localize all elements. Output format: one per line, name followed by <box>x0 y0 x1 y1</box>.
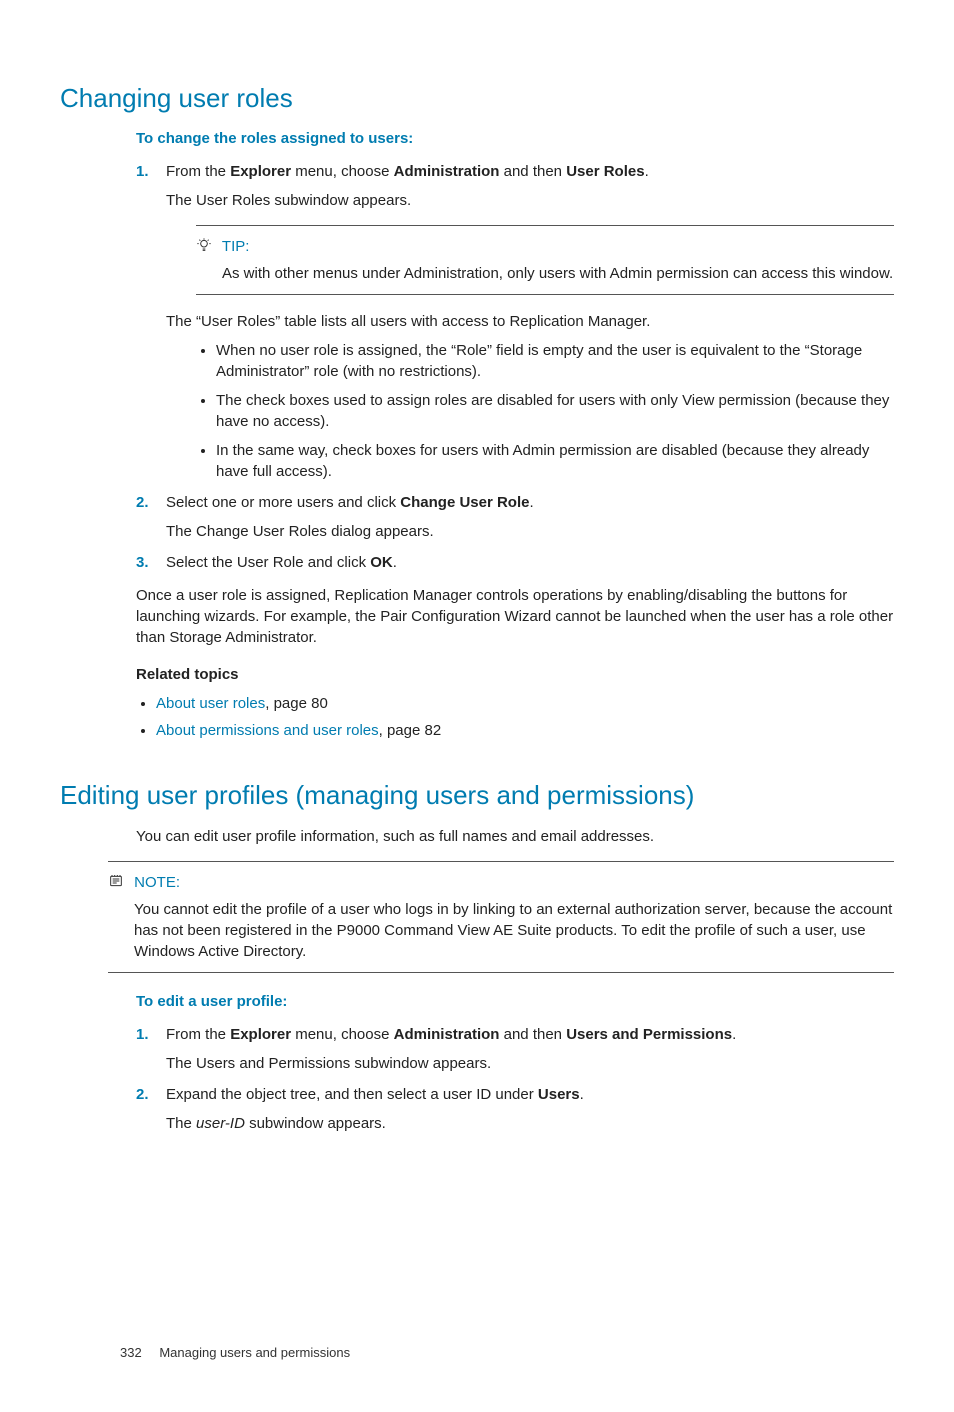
note-label: NOTE: <box>134 874 180 891</box>
step-text: Select the User Role and click OK. <box>166 554 397 571</box>
heading-changing-user-roles: Changing user roles <box>60 80 894 116</box>
procedure-subhead: To edit a user profile: <box>136 991 894 1012</box>
step-2: 2. Select one or more users and click Ch… <box>136 492 894 542</box>
step-3: 3. Select the User Role and click OK. <box>136 552 894 573</box>
step-result: The Change User Roles dialog appears. <box>166 521 894 542</box>
page-number: 332 <box>120 1344 142 1362</box>
step-text: From the Explorer menu, choose Administr… <box>166 1026 736 1043</box>
footer-title: Managing users and permissions <box>159 1345 350 1360</box>
link-about-user-roles[interactable]: About user roles <box>156 695 265 712</box>
note-icon <box>108 872 126 893</box>
step-1: 1. From the Explorer menu, choose Admini… <box>136 1024 894 1074</box>
step-number: 2. <box>136 492 149 513</box>
bullet-list: When no user role is assigned, the “Role… <box>166 340 894 482</box>
step-result: The Users and Permissions subwindow appe… <box>166 1053 894 1074</box>
tip-label: TIP: <box>222 238 250 255</box>
step-number: 1. <box>136 161 149 182</box>
list-item: In the same way, check boxes for users w… <box>216 440 894 482</box>
step-number: 3. <box>136 552 149 573</box>
step-2: 2. Expand the object tree, and then sele… <box>136 1084 894 1134</box>
list-item: When no user role is assigned, the “Role… <box>216 340 894 382</box>
paragraph: You can edit user profile information, s… <box>136 826 894 847</box>
step-text: Select one or more users and click Chang… <box>166 494 534 511</box>
tip-callout: TIP: As with other menus under Administr… <box>196 225 894 295</box>
note-callout: NOTE: You cannot edit the profile of a u… <box>108 861 894 973</box>
step-result: The user-ID subwindow appears. <box>166 1113 894 1134</box>
list-item: The check boxes used to assign roles are… <box>216 390 894 432</box>
step-number: 2. <box>136 1084 149 1105</box>
heading-editing-user-profiles: Editing user profiles (managing users an… <box>60 777 894 813</box>
list-item: About permissions and user roles, page 8… <box>156 720 894 741</box>
list-item: About user roles, page 80 <box>156 693 894 714</box>
step-1: 1. From the Explorer menu, choose Admini… <box>136 161 894 482</box>
paragraph: The “User Roles” table lists all users w… <box>166 311 894 332</box>
step-result: The User Roles subwindow appears. <box>166 190 894 211</box>
step-text: From the Explorer menu, choose Administr… <box>166 163 649 180</box>
lightbulb-icon <box>196 236 214 257</box>
step-text: Expand the object tree, and then select … <box>166 1086 584 1103</box>
related-topics-list: About user roles, page 80 About permissi… <box>136 693 894 741</box>
paragraph: Once a user role is assigned, Replicatio… <box>136 585 894 648</box>
page-footer: 332 Managing users and permissions <box>60 1344 894 1362</box>
note-body: You cannot edit the profile of a user wh… <box>134 899 894 962</box>
procedure-subhead: To change the roles assigned to users: <box>136 128 894 149</box>
tip-body: As with other menus under Administration… <box>222 263 894 284</box>
step-number: 1. <box>136 1024 149 1045</box>
related-topics-heading: Related topics <box>136 664 894 685</box>
link-about-permissions-and-user-roles[interactable]: About permissions and user roles <box>156 722 379 739</box>
